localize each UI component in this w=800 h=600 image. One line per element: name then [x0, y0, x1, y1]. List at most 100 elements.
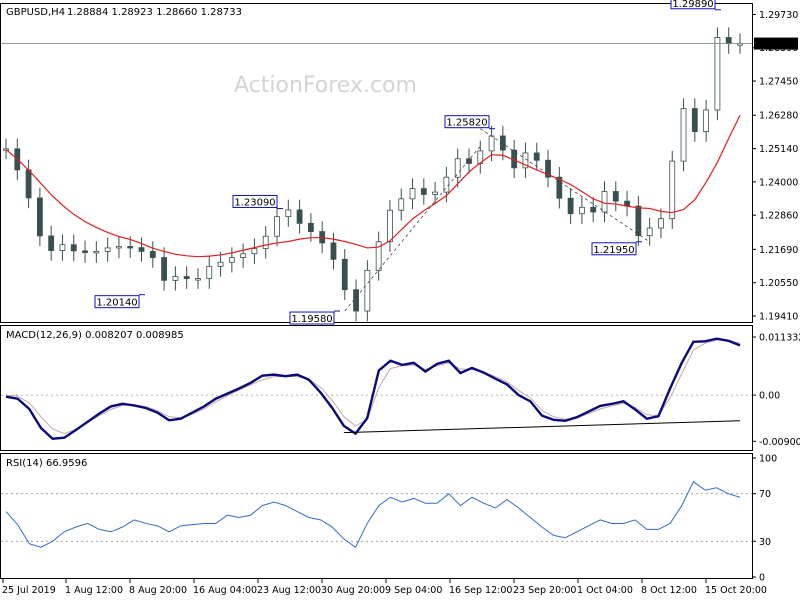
- rsi-y-tick-label: 0: [759, 573, 765, 584]
- candle-body: [466, 158, 472, 164]
- candle-body: [432, 191, 439, 195]
- candle-body: [341, 258, 348, 291]
- swing-label: 1.19580: [291, 314, 332, 325]
- swing-label: 1.21950: [593, 245, 634, 256]
- rsi-y-tick-label: 100: [759, 454, 777, 465]
- candle-body: [127, 246, 134, 249]
- price-y-tick-label: 1.26280: [759, 111, 798, 122]
- swing-label: 1.25820: [446, 118, 487, 129]
- candle-body: [195, 278, 201, 281]
- candle-body: [658, 218, 664, 229]
- candle-body: [725, 37, 732, 45]
- candle-body: [579, 206, 585, 215]
- candle-body: [262, 235, 269, 249]
- candle-body: [228, 257, 235, 263]
- swing-label: 1.23090: [234, 197, 275, 208]
- candle-body: [533, 152, 540, 161]
- watermark: ActionForex.com: [234, 73, 417, 98]
- price-y-tick-label: 1.19410: [759, 312, 798, 323]
- candle-body: [104, 247, 111, 252]
- macd-y-tick-label: -0.009006: [759, 437, 800, 448]
- candle-body: [172, 276, 179, 281]
- symbol-label: GBPUSD,H4: [6, 7, 65, 18]
- candle-body: [669, 160, 676, 220]
- candle-body: [691, 108, 698, 133]
- trendline-dashed: [480, 128, 650, 243]
- candle-body: [161, 257, 167, 281]
- candle-body: [116, 246, 122, 249]
- candle-body: [680, 108, 687, 162]
- rsi-chart: [1, 481, 752, 549]
- price-y-tick-label: 1.24000: [759, 177, 798, 188]
- x-tick-label: 1 Aug 12:00: [65, 585, 123, 596]
- x-tick-label: 16 Aug 04:00: [193, 585, 257, 596]
- price-panel-frame: [0, 3, 753, 323]
- price-y-tick-label: 1.20550: [759, 278, 798, 289]
- candle-body: [138, 247, 145, 252]
- x-tick-label: 30 Aug 20:00: [321, 585, 385, 596]
- price-chart: 1.20140 1.23090 1.19580 1.25820 1.21950 1.298…: [1, 0, 752, 325]
- candle-body: [488, 135, 495, 152]
- candle-body: [36, 197, 43, 237]
- candle-body: [364, 270, 371, 312]
- candle-body: [635, 205, 642, 237]
- price-y-tick-label: 1.27450: [759, 77, 798, 88]
- rsi-y-tick-label: 70: [759, 489, 771, 500]
- candle-body: [714, 37, 721, 111]
- ohlc-readout: 1.28884 1.28923 1.28660 1.28733: [67, 7, 242, 18]
- x-tick-label: 8 Aug 20:00: [129, 585, 187, 596]
- x-tick-label: 23 Aug 12:00: [257, 585, 321, 596]
- candle-body: [240, 253, 247, 258]
- candle-body: [330, 242, 337, 260]
- candle-body: [567, 197, 574, 215]
- x-tick-label: 15 Oct 20:00: [705, 585, 767, 596]
- candle-body: [703, 109, 710, 133]
- price-y-tick-label: 1.22860: [759, 211, 798, 222]
- candle-body: [48, 235, 55, 251]
- macd-y-tick-label: 0.00: [759, 391, 780, 402]
- candle-body: [25, 169, 32, 199]
- x-tick-label: 8 Oct 12:00: [641, 585, 697, 596]
- current-price-tag-label: 1.28733: [757, 39, 796, 50]
- candle-body: [70, 244, 77, 252]
- x-tick-label: 1 Oct 04:00: [577, 585, 633, 596]
- swing-label: 1.20140: [96, 298, 137, 309]
- x-tick-label: 16 Sep 12:00: [449, 585, 512, 596]
- x-tick-label: 25 Jul 2019: [2, 585, 56, 596]
- chart-canvas: ActionForex.com 1.201401.230901.195801.2…: [0, 0, 800, 596]
- candle-body: [601, 191, 608, 213]
- x-tick-label: 9 Sep 04:00: [385, 585, 442, 596]
- candle-body: [612, 191, 619, 202]
- candle-body: [285, 209, 292, 218]
- candle-body: [274, 216, 280, 237]
- candle-body: [454, 158, 461, 178]
- price-y-tick-label: 1.29730: [759, 10, 798, 21]
- candle-body: [59, 244, 66, 251]
- macd-y-tick-label: 0.011332: [759, 333, 800, 344]
- rsi-y-tick-label: 30: [759, 537, 771, 548]
- candle-body: [398, 198, 405, 211]
- candle-body: [251, 248, 258, 255]
- x-tick-label: 23 Sep 20:00: [513, 585, 576, 596]
- candle-body: [307, 222, 314, 232]
- swing-label: 1.29890: [672, 0, 713, 10]
- candle-body: [217, 261, 224, 267]
- candle-body: [149, 251, 156, 258]
- moving-average-line: [5, 114, 741, 258]
- candle-body: [296, 209, 303, 224]
- candle-body: [387, 209, 393, 243]
- candle-body: [646, 227, 653, 237]
- macd-trendline: [343, 420, 741, 434]
- price-y-tick-label: 1.25140: [759, 144, 798, 155]
- candle-body: [590, 206, 597, 213]
- macd-signal-line: [5, 339, 741, 435]
- candle-body: [409, 188, 416, 200]
- rsi-panel-frame: [0, 453, 753, 579]
- candle-body: [183, 276, 190, 279]
- candle-body: [206, 265, 213, 279]
- macd-chart: [1, 337, 752, 440]
- candle-body: [353, 289, 359, 312]
- macd-title: MACD(12,26,9) 0.008207 0.008985: [6, 330, 184, 341]
- price-y-tick-label: 1.21690: [759, 245, 798, 256]
- trendline-dashed: [344, 145, 481, 312]
